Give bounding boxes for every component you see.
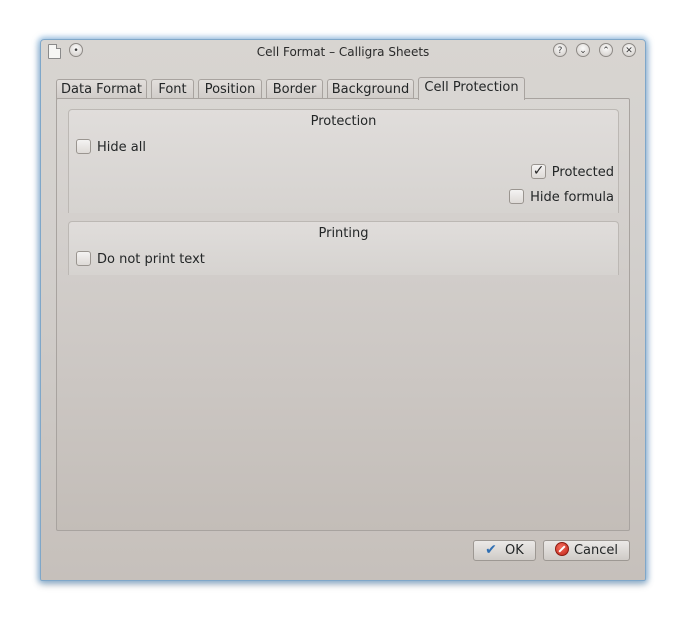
cell-protection-panel: Protection Hide all Protected Hide formu…	[56, 98, 630, 531]
printing-group-title: Printing	[318, 226, 369, 241]
tab-background[interactable]: Background	[327, 79, 414, 99]
hide-formula-checkbox[interactable]	[509, 189, 525, 204]
cancel-button[interactable]: Cancel	[543, 540, 630, 561]
protected-checkbox[interactable]	[530, 162, 546, 180]
dialog-window: • Cell Format – Calligra Sheets ? ⌄ ⌃ ✕ …	[40, 39, 646, 581]
minimize-icon[interactable]: ⌄	[576, 43, 590, 57]
protected-option[interactable]: Protected	[530, 162, 614, 182]
ok-button[interactable]: ✔ OK	[473, 540, 536, 561]
cancel-label: Cancel	[573, 543, 619, 558]
tab-font[interactable]: Font	[151, 79, 194, 99]
hide-all-label: Hide all	[97, 140, 146, 155]
help-icon[interactable]: ?	[553, 43, 567, 57]
hide-formula-label: Hide formula	[530, 190, 614, 205]
protection-group-title: Protection	[310, 114, 377, 129]
do-not-print-label: Do not print text	[97, 252, 205, 267]
protected-label: Protected	[551, 165, 614, 180]
close-icon[interactable]: ✕	[622, 43, 636, 57]
do-not-print-checkbox[interactable]	[76, 251, 91, 266]
do-not-print-option[interactable]: Do not print text	[76, 251, 205, 269]
hide-all-checkbox[interactable]	[76, 139, 91, 154]
printing-group: Printing Do not print text	[68, 221, 619, 275]
title-bar[interactable]: • Cell Format – Calligra Sheets ? ⌄ ⌃ ✕	[41, 40, 645, 64]
checkmark-icon: ✔	[485, 542, 497, 558]
tab-data-format[interactable]: Data Format	[56, 79, 147, 99]
ok-label: OK	[505, 543, 524, 558]
tab-border[interactable]: Border	[266, 79, 323, 99]
hide-formula-option[interactable]: Hide formula	[509, 189, 614, 207]
protection-group: Protection Hide all Protected Hide formu…	[68, 109, 619, 213]
cancel-icon	[554, 542, 569, 556]
hide-all-option[interactable]: Hide all	[76, 139, 146, 157]
tab-cell-protection[interactable]: Cell Protection	[418, 77, 525, 100]
maximize-icon[interactable]: ⌃	[599, 43, 613, 57]
tab-position[interactable]: Position	[198, 79, 262, 99]
